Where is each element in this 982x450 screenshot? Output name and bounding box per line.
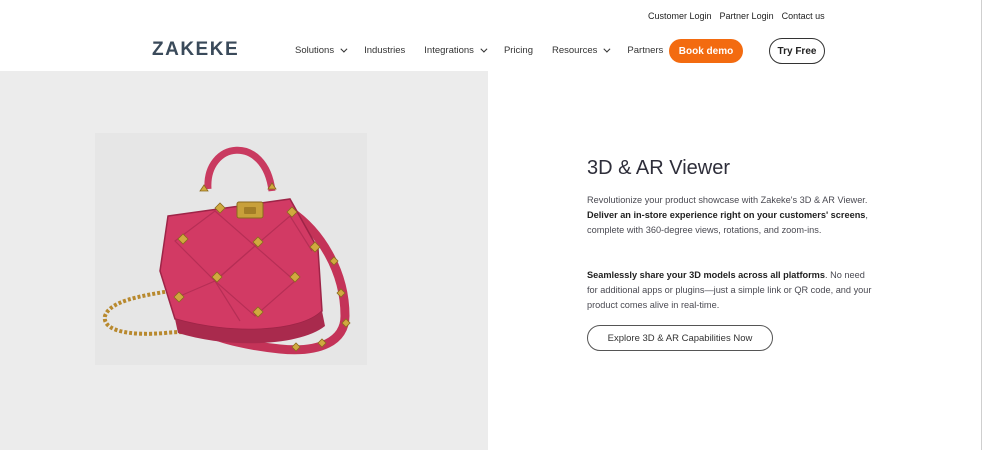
nav-item-label: Resources <box>551 45 598 56</box>
chevron-down-icon <box>340 45 348 53</box>
hero-title: 3D & AR Viewer <box>587 157 731 179</box>
handbag-3d-model-image <box>102 146 351 355</box>
hero-3d-viewer[interactable] <box>0 71 488 450</box>
hero-description-1: Revolutionize your product showcase with… <box>587 193 877 238</box>
nav-item-resources[interactable]: Resources <box>551 45 611 56</box>
text-span: Revolutionize your product showcase with… <box>587 195 868 205</box>
main-nav: Solutions Industries Integrations Pricin… <box>295 45 693 56</box>
chevron-down-icon <box>603 45 611 53</box>
customer-login-link[interactable]: Customer Login <box>648 11 712 21</box>
explore-capabilities-button[interactable]: Explore 3D & AR Capabilities Now <box>587 325 773 351</box>
text-emphasis: Deliver an in-store experience right on … <box>587 210 866 220</box>
nav-item-solutions[interactable]: Solutions <box>295 45 348 56</box>
text-emphasis: Seamlessly share your 3D models across a… <box>587 270 825 280</box>
nav-item-label: Industries <box>364 45 406 56</box>
nav-item-label: Partners <box>627 45 664 56</box>
zakeke-logo[interactable]: ZAKEKE <box>152 39 239 60</box>
nav-item-integrations[interactable]: Integrations <box>424 45 488 56</box>
contact-us-link[interactable]: Contact us <box>782 11 825 21</box>
hero-description-2: Seamlessly share your 3D models across a… <box>587 268 877 313</box>
partner-login-link[interactable]: Partner Login <box>720 11 774 21</box>
nav-item-pricing[interactable]: Pricing <box>504 45 533 56</box>
try-free-button[interactable]: Try Free <box>769 38 825 64</box>
chevron-down-icon <box>480 45 488 53</box>
book-demo-button[interactable]: Book demo <box>669 39 743 63</box>
nav-item-label: Integrations <box>424 45 474 56</box>
top-utility-links: Customer Login Partner Login Contact us <box>648 11 825 21</box>
nav-item-partners[interactable]: Partners <box>627 45 677 56</box>
nav-item-label: Pricing <box>503 45 533 56</box>
nav-item-label: Solutions <box>295 45 335 56</box>
nav-item-industries[interactable]: Industries <box>364 45 405 56</box>
